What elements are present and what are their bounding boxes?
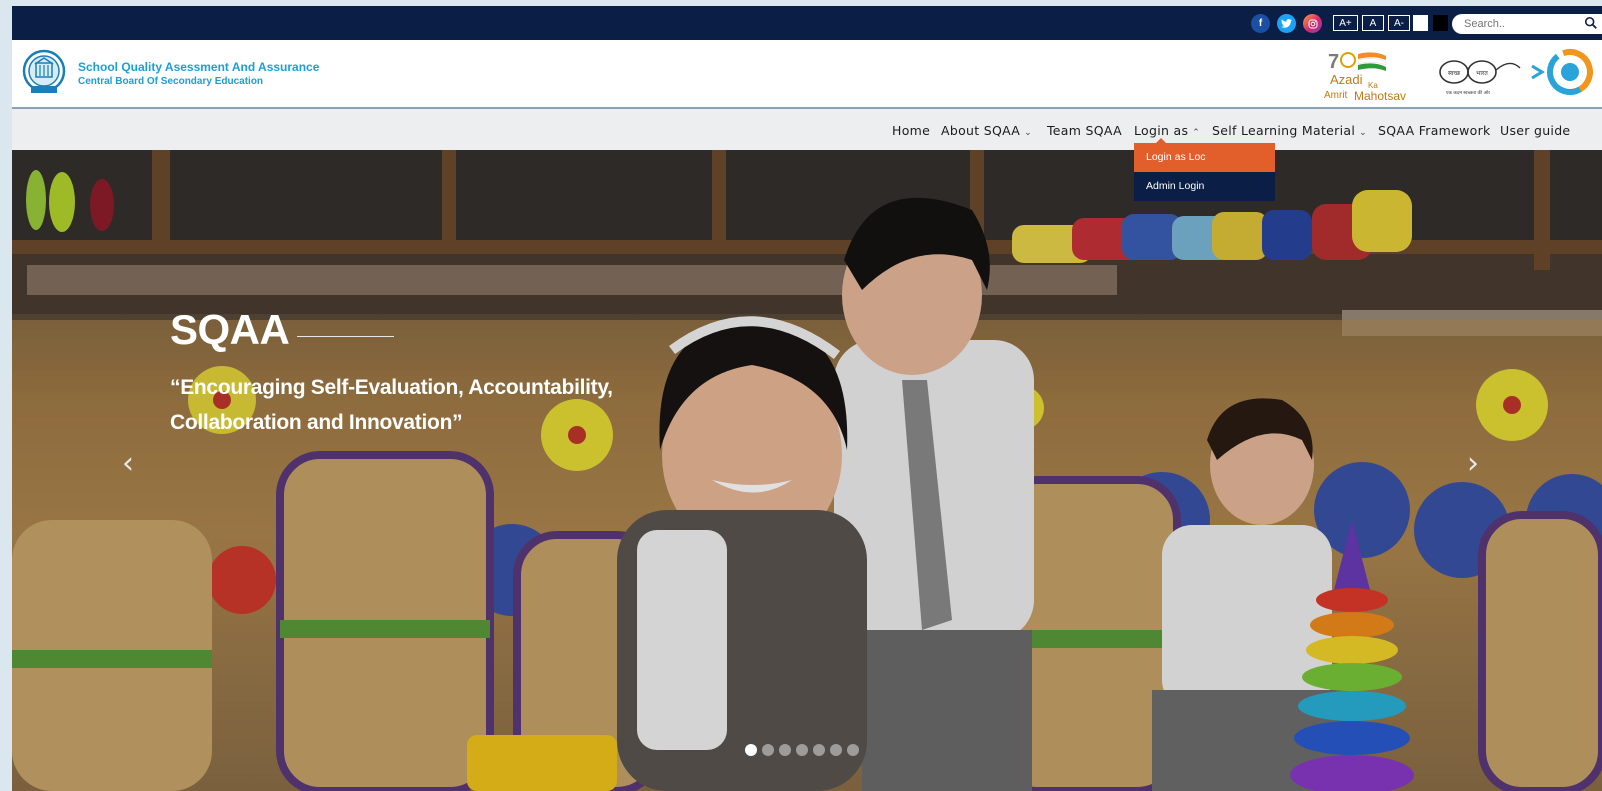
page: f A+ A A- Schoo — [12, 6, 1602, 791]
mahotsav-text: Mahotsav — [1354, 89, 1406, 103]
cbse-logo-icon[interactable] — [22, 49, 66, 97]
dark-theme-button[interactable] — [1433, 15, 1448, 31]
font-decrease-button[interactable]: A- — [1388, 15, 1410, 31]
slider-dot[interactable] — [847, 744, 859, 756]
instagram-icon[interactable] — [1303, 14, 1322, 33]
azadi-ka-amrit-mahotsav-logo: 7 Azadi Ka Amrit Mahotsav — [1324, 51, 1406, 103]
dropdown-item-admin-login[interactable]: Admin Login — [1134, 172, 1275, 201]
hero-title-underline — [297, 336, 394, 337]
nav-item-sqaa-framework[interactable]: SQAA Framework — [1378, 123, 1491, 138]
site-title[interactable]: School Quality Asessment And Assurance — [78, 60, 319, 74]
light-theme-button[interactable] — [1413, 15, 1428, 31]
hero-image — [12, 150, 1602, 791]
site-subtitle: Central Board Of Secondary Education — [78, 76, 264, 87]
swachh-bharat-logo: स्वच्छ भारत एक कदम स्वच्छता की ओर — [1439, 60, 1521, 96]
main-nav: Home About SQAA ⌄ Team SQAA Login as ⌃ Sel… — [12, 109, 1602, 150]
search-input[interactable] — [1462, 14, 1566, 34]
slider-dots — [745, 744, 859, 756]
nav-item-user-guide[interactable]: User guide — [1500, 123, 1570, 138]
nav-item-team-sqaa[interactable]: Team SQAA — [1047, 123, 1122, 138]
svg-text:7: 7 — [1328, 51, 1339, 73]
slider-dot[interactable] — [796, 744, 808, 756]
hero-slider: SQAA “Encouraging Self-Evaluation, Accou… — [12, 150, 1602, 791]
hero-title: SQAA — [170, 306, 290, 353]
slider-dot[interactable] — [762, 744, 774, 756]
nav-label: SQAA Framework — [1378, 123, 1491, 138]
nav-label: User guide — [1500, 123, 1571, 138]
swachh-caption: एक कदम स्वच्छता की ओर — [1446, 89, 1490, 96]
nav-label: Login as — [1134, 123, 1189, 138]
nav-label: Self Learning Material — [1212, 123, 1356, 138]
facebook-icon[interactable]: f — [1251, 14, 1270, 33]
nav-label: About SQAA — [941, 123, 1021, 138]
site-header: School Quality Asessment And Assurance C… — [12, 40, 1602, 109]
dropdown-item-login-as-loc[interactable]: Login as Loc — [1134, 143, 1275, 172]
slider-dot[interactable] — [830, 744, 842, 756]
amrit-text: Amrit — [1324, 90, 1348, 101]
font-reset-button[interactable]: A — [1362, 15, 1384, 31]
chevron-down-icon: ⌄ — [1359, 128, 1367, 138]
nav-item-login-as[interactable]: Login as ⌃ — [1134, 123, 1200, 138]
slider-dot[interactable] — [779, 744, 791, 756]
nav-label: Team SQAA — [1047, 123, 1122, 138]
nav-item-home[interactable]: Home — [892, 123, 930, 138]
hero-quote: “Encouraging Self-Evaluation, Accountabi… — [170, 376, 613, 434]
login-as-dropdown: Login as Loc Admin Login — [1134, 138, 1275, 201]
digital-cbse-logo — [1531, 49, 1593, 95]
nav-label: Home — [892, 123, 931, 138]
nav-item-self-learning-material[interactable]: Self Learning Material ⌄ — [1212, 123, 1367, 138]
top-bar: f A+ A A- — [12, 6, 1602, 40]
swachh-left-text: स्वच्छ — [1448, 70, 1461, 77]
chevron-down-icon: ⌄ — [1024, 128, 1032, 138]
azadi-text: Azadi — [1330, 72, 1363, 87]
swachh-right-text: भारत — [1476, 70, 1488, 77]
chevron-up-icon: ⌃ — [1192, 128, 1201, 138]
search-box — [1452, 14, 1602, 34]
slider-dot[interactable] — [813, 744, 825, 756]
nav-item-about-sqaa[interactable]: About SQAA ⌄ — [941, 123, 1032, 138]
chevron-right-icon[interactable]: › — [1467, 446, 1479, 481]
font-increase-button[interactable]: A+ — [1333, 15, 1358, 31]
slider-dot[interactable] — [745, 744, 757, 756]
chevron-left-icon[interactable]: ‹ — [122, 446, 134, 481]
twitter-icon[interactable] — [1277, 14, 1296, 33]
search-icon[interactable] — [1584, 16, 1598, 30]
